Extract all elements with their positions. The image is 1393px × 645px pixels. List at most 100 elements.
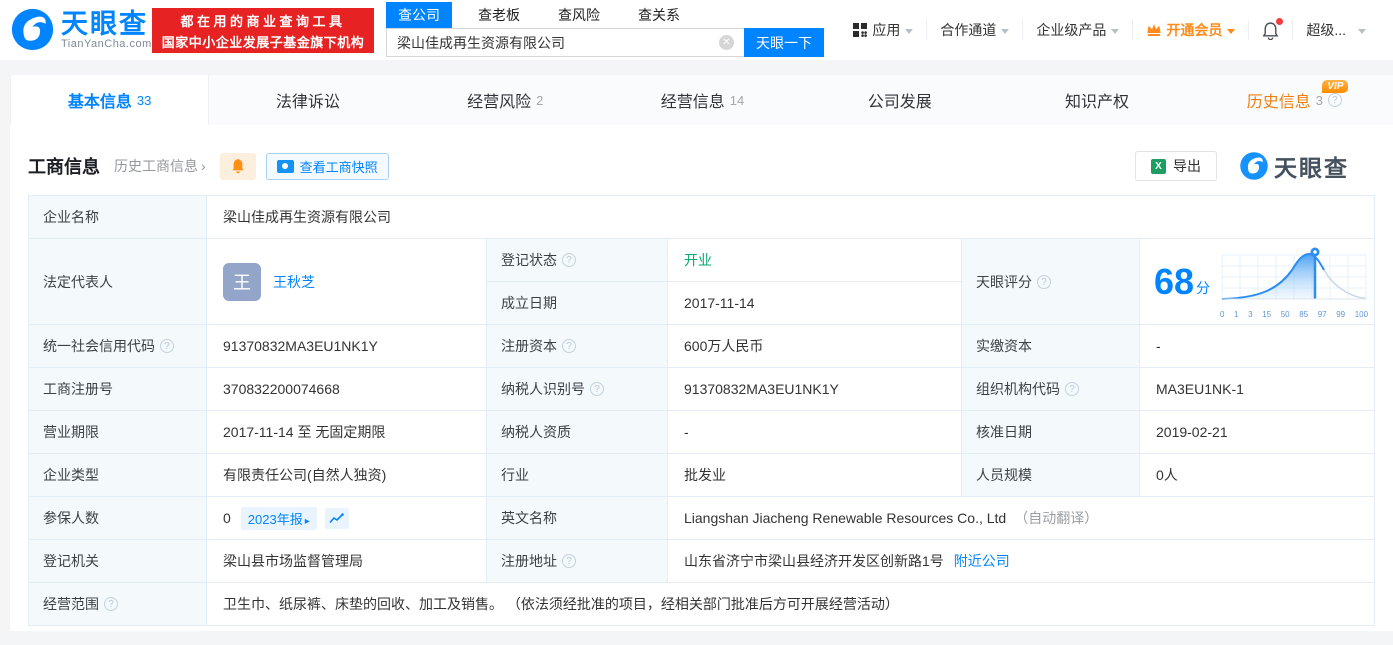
auto-translate-note: （自动翻译）: [1014, 510, 1099, 526]
nav-apps[interactable]: 应用: [840, 20, 926, 40]
search-tab-relation[interactable]: 查关系: [626, 2, 692, 28]
annual-report-link[interactable]: 2023年报: [240, 506, 317, 530]
promo-line1: 都在用的商业查询工具: [180, 13, 346, 29]
help-icon[interactable]: [562, 554, 576, 568]
field-value-english-name: Liangshan Jiacheng Renewable Resources C…: [668, 497, 1374, 539]
search-tab-boss[interactable]: 查老板: [466, 2, 532, 28]
field-value-taxpayer-quality: -: [668, 411, 961, 453]
nav-open-vip[interactable]: 开通会员: [1132, 20, 1248, 40]
field-value-tianyan-score: 68 分 0 1 3 15 50 85 97 99 100: [1140, 239, 1374, 324]
field-value-company-type: 有限责任公司(自然人独资): [207, 454, 486, 496]
export-button[interactable]: 导出: [1135, 151, 1217, 181]
trend-line-icon: [329, 512, 345, 523]
field-value-registered-address: 山东省济宁市梁山县经济开发区创新路1号 附近公司: [668, 540, 1374, 582]
brand-domain: TianYanCha.com: [61, 37, 152, 50]
search-area: 查公司 查老板 查风险 查关系 天眼一下: [386, 2, 824, 57]
field-label-taxpayer-id: 纳税人识别号: [487, 368, 667, 410]
score-chart-ticks: 01 3 15 50 85 97 99 100: [1220, 309, 1369, 319]
field-label-registration-authority: 登记机关: [29, 540, 206, 582]
tab-intellectual-property[interactable]: 知识产权: [998, 75, 1195, 125]
vip-badge: VIP: [1322, 80, 1349, 93]
field-label-staff-size: 人员规模: [962, 454, 1139, 496]
help-icon[interactable]: [562, 339, 576, 353]
section-title: 工商信息: [28, 157, 100, 177]
search-button[interactable]: 天眼一下: [744, 28, 824, 57]
history-business-info-link[interactable]: 历史工商信息: [114, 156, 206, 176]
view-business-snapshot-button[interactable]: 查看工商快照: [265, 152, 389, 180]
field-label-approval-date: 核准日期: [962, 411, 1139, 453]
field-value-legal-representative: 王 王秋芝: [207, 239, 486, 324]
field-label-registered-address: 注册地址: [487, 540, 667, 582]
tab-business-info[interactable]: 经营信息 14: [604, 75, 801, 125]
field-value-paid-capital: -: [1140, 325, 1374, 367]
field-label-english-name: 英文名称: [487, 497, 667, 539]
excel-icon: [1151, 158, 1166, 174]
chevron-down-icon: [1358, 28, 1366, 34]
tab-operating-risk[interactable]: 经营风险 2: [407, 75, 604, 125]
field-label-credit-code: 统一社会信用代码: [29, 325, 206, 367]
field-value-credit-code: 91370832MA3EU1NK1Y: [207, 325, 486, 367]
help-icon[interactable]: [160, 339, 174, 353]
nav-notifications[interactable]: [1248, 17, 1292, 40]
field-value-taxpayer-id: 91370832MA3EU1NK1Y: [668, 368, 961, 410]
brand-name: 天眼查: [61, 8, 148, 39]
field-value-insured-count: 0 2023年报: [207, 497, 486, 539]
help-icon[interactable]: [104, 597, 118, 611]
help-icon[interactable]: [562, 253, 576, 267]
search-tab-company[interactable]: 查公司: [386, 2, 452, 28]
nav-enterprise[interactable]: 企业级产品: [1022, 20, 1132, 40]
field-label-industry: 行业: [487, 454, 667, 496]
apps-grid-icon: [853, 23, 868, 37]
field-value-registered-capital: 600万人民币: [668, 325, 961, 367]
field-value-industry: 批发业: [668, 454, 961, 496]
tab-company-development[interactable]: 公司发展: [801, 75, 998, 125]
notification-dot: [1276, 17, 1284, 25]
top-bar: 天眼查 TianYanCha.com 都在用的商业查询工具 国家中小企业发展子基…: [0, 0, 1393, 60]
search-input[interactable]: [386, 28, 744, 57]
nav-super-vip[interactable]: 超级...: [1292, 20, 1379, 40]
chevron-down-icon: [1001, 28, 1010, 34]
help-icon[interactable]: [1327, 93, 1342, 107]
logo-swirl-icon: [11, 8, 54, 51]
field-label-insured-count: 参保人数: [29, 497, 206, 539]
field-label-business-term: 营业期限: [29, 411, 206, 453]
nav-partner[interactable]: 合作通道: [926, 20, 1022, 40]
field-value-business-scope: 卫生巾、纸尿裤、床垫的回收、加工及销售。 （依法须经批准的项目，经相关部门批准后…: [207, 583, 1374, 625]
legal-rep-avatar[interactable]: 王: [223, 262, 261, 301]
field-value-registration-status: 开业: [668, 239, 961, 281]
tab-legal-proceedings[interactable]: 法律诉讼: [209, 75, 406, 125]
tianyancha-logo[interactable]: 天眼查 TianYanCha.com: [10, 7, 152, 52]
legal-rep-name-link[interactable]: 王秋芝: [273, 272, 315, 292]
clear-search-icon[interactable]: [719, 35, 734, 50]
insured-trend-button[interactable]: [324, 507, 349, 529]
tab-basic-info[interactable]: 基本信息 33: [10, 75, 210, 125]
score-number: 68: [1154, 260, 1195, 302]
field-label-company-type: 企业类型: [29, 454, 206, 496]
field-label-tianyan-score: 天眼评分: [962, 239, 1139, 324]
field-label-taxpayer-quality: 纳税人资质: [487, 411, 667, 453]
business-info-table: 企业名称 梁山佳成再生资源有限公司 法定代表人 王 王秋芝 登记状态 开业 成立…: [28, 195, 1375, 626]
chevron-down-icon: [905, 28, 914, 34]
crown-icon: [1147, 24, 1161, 36]
nearby-companies-link[interactable]: 附近公司: [954, 551, 1010, 571]
field-label-establish-date: 成立日期: [487, 282, 667, 324]
top-nav: 应用 合作通道 企业级产品 开通会员 超级...: [840, 17, 1379, 40]
field-label-legal-representative: 法定代表人: [29, 239, 206, 324]
help-icon[interactable]: [1065, 382, 1079, 396]
promo-line2: 国家中小企业发展子基金旗下机构: [161, 34, 365, 50]
help-icon[interactable]: [1037, 274, 1051, 289]
chevron-down-icon: [1111, 28, 1120, 34]
field-label-business-scope: 经营范围: [29, 583, 206, 625]
field-value-staff-size: 0人: [1140, 454, 1374, 496]
field-label-registered-capital: 注册资本: [487, 325, 667, 367]
field-label-paid-capital: 实缴资本: [962, 325, 1139, 367]
field-value-org-code: MA3EU1NK-1: [1140, 368, 1374, 410]
help-icon[interactable]: [590, 382, 604, 396]
chevron-down-icon: [1227, 28, 1236, 34]
subscribe-alert-button[interactable]: [219, 152, 256, 180]
watermark-swirl-icon: [1240, 152, 1268, 180]
search-tab-risk[interactable]: 查风险: [546, 2, 612, 28]
tab-history-info[interactable]: VIP 历史信息 3: [1196, 75, 1393, 125]
page-tabs: 基本信息 33 法律诉讼 经营风险 2 经营信息 14 公司发展 知识产权 VIP 历…: [10, 75, 1393, 125]
watermark-brand-text: 天眼查: [1274, 155, 1349, 181]
